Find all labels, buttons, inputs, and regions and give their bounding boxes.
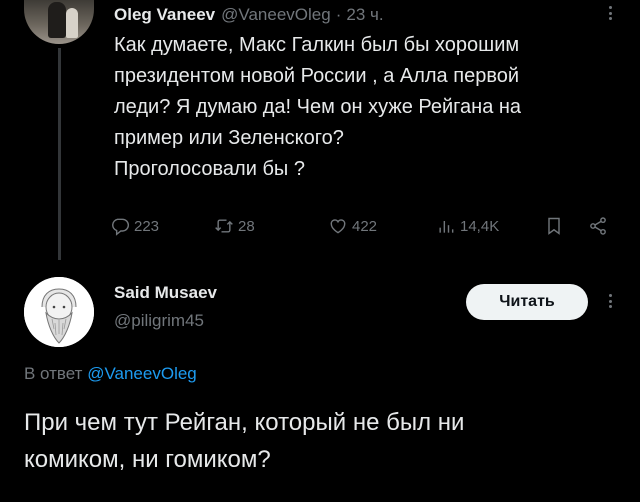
bearded-man-avatar-icon — [24, 277, 94, 347]
tweet[interactable]: Oleg Vaneev @VaneevOleg · 23 ч. Как дума… — [0, 0, 640, 262]
reply-avatar[interactable] — [24, 277, 94, 347]
retweet-button[interactable]: 28 — [214, 213, 255, 239]
retweet-count: 28 — [238, 217, 255, 235]
tweet-text-line: президентом новой России , а Алла первой — [114, 65, 520, 87]
reply-author-name[interactable]: Said Musaev — [114, 283, 217, 303]
reply-icon — [112, 218, 130, 236]
reply-text-line: При чем тут Рейган, который не был ни — [24, 409, 465, 436]
more-icon[interactable] — [607, 294, 613, 308]
share-icon — [590, 217, 606, 235]
views-button[interactable]: 14,4K — [436, 213, 499, 239]
share-button[interactable] — [588, 213, 612, 239]
avatar[interactable] — [24, 0, 94, 44]
tweet-text: Как думаете, Макс Галкин был бы хорошим … — [114, 30, 624, 185]
tweet-text-line: Как думаете, Макс Галкин был бы хорошим — [114, 34, 520, 56]
reply-button[interactable]: 223 — [110, 213, 159, 239]
bookmark-button[interactable] — [544, 213, 568, 239]
reply-count: 223 — [134, 217, 160, 235]
follow-button[interactable]: Читать — [466, 284, 588, 320]
author-name[interactable]: Oleg Vaneev — [114, 5, 215, 25]
retweet-icon — [215, 219, 233, 233]
reply-author-handle[interactable]: @piligrim45 — [114, 311, 204, 331]
bookmark-icon — [548, 217, 560, 235]
tweet-text-line: леди? Я думаю да! Чем он хуже Рейгана на — [114, 96, 522, 118]
more-icon[interactable] — [607, 6, 613, 20]
separator-dot: · — [335, 5, 342, 24]
views-count: 14,4K — [460, 217, 500, 235]
tweet-text-line: Проголосовали бы ? — [114, 158, 305, 180]
timeline: Oleg Vaneev @VaneevOleg · 23 ч. Как дума… — [0, 0, 640, 502]
heart-icon — [330, 219, 346, 234]
like-button[interactable]: 422 — [328, 213, 377, 239]
thread-line — [58, 48, 61, 260]
reply-text-line: комиком, ни гомиком? — [24, 446, 271, 473]
tweet-actions: 223 28 422 14,4K — [110, 213, 630, 239]
like-count: 422 — [352, 217, 378, 235]
reply-text: При чем тут Рейган, который не был ни ко… — [24, 404, 624, 478]
timestamp[interactable]: 23 ч. — [346, 5, 383, 25]
reply-to-prefix: В ответ — [24, 364, 83, 383]
avatar-figure-light — [66, 8, 78, 38]
author-handle[interactable]: @VaneevOleg — [221, 5, 331, 25]
views-icon — [439, 221, 454, 233]
avatar-figure — [48, 2, 66, 38]
reply-to-line: В ответ @VaneevOleg — [24, 364, 197, 384]
reply-to-mention[interactable]: @VaneevOleg — [87, 364, 197, 383]
tweet-header: Oleg Vaneev @VaneevOleg · 23 ч. — [114, 4, 384, 26]
tweet-text-line: пример или Зеленского? — [114, 127, 344, 149]
